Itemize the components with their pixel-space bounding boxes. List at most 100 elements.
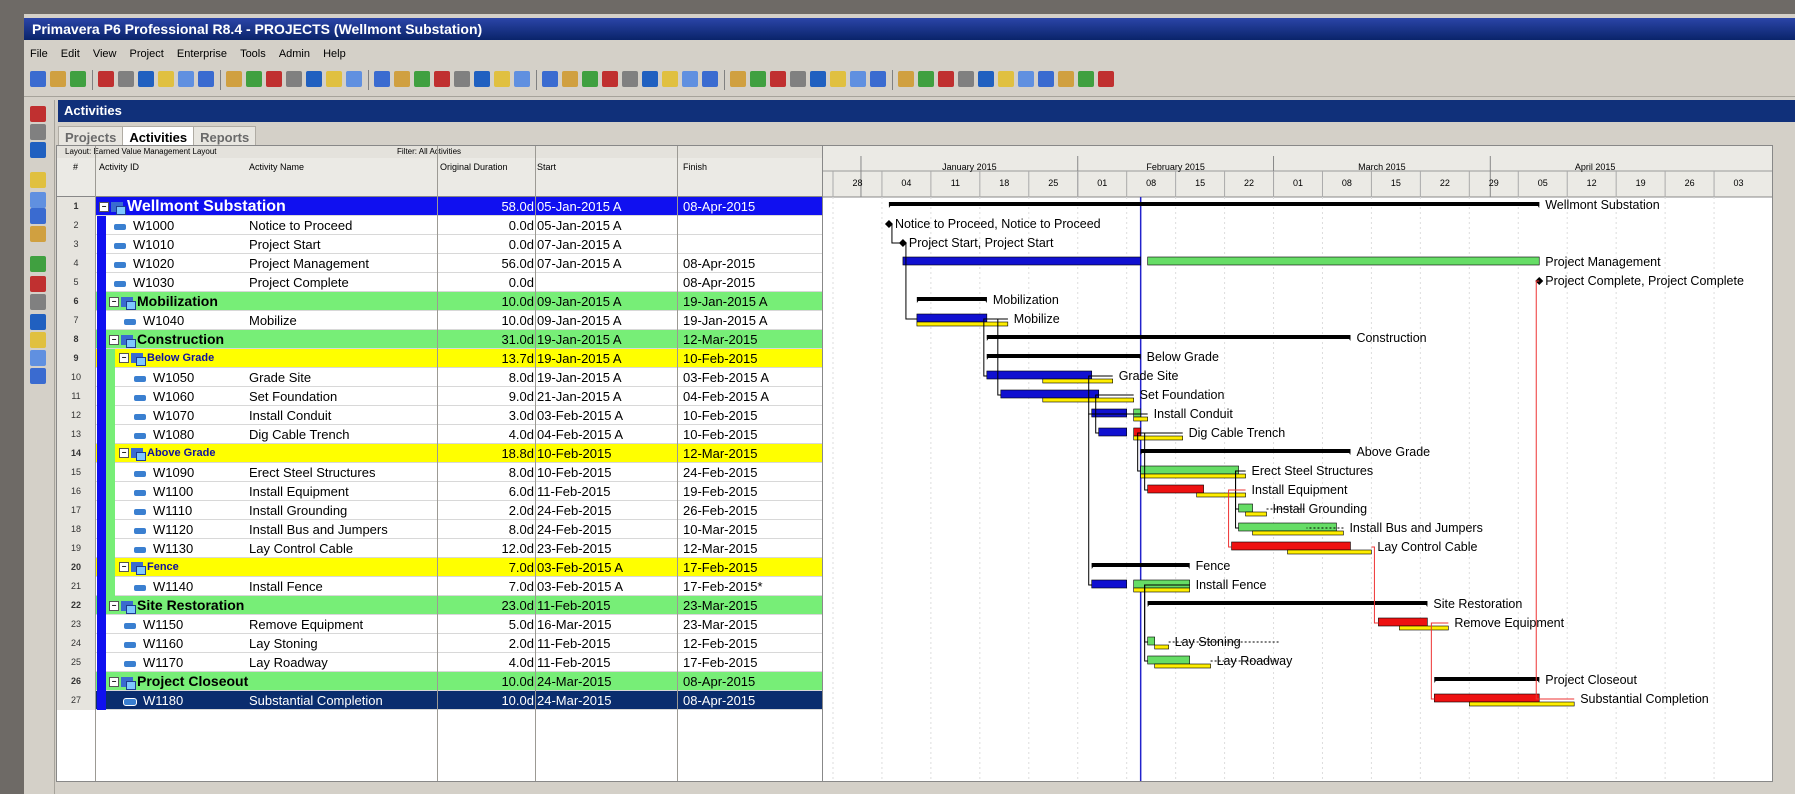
menu-file[interactable]: File [30,48,48,60]
nav-button-icon[interactable] [30,350,46,366]
toolbar-button-icon[interactable] [790,71,806,87]
activity-name[interactable]: Install Fence [249,577,323,596]
toolbar-button-icon[interactable] [662,71,678,87]
toolbar-button-icon[interactable] [198,71,214,87]
activity-name[interactable]: Lay Roadway [249,653,328,672]
table-row[interactable]: 9 − Below Grade 13.7d 19-Jan-2015 A 10-Feb-20… [57,349,822,368]
activity-name[interactable]: Erect Steel Structures [249,463,375,482]
toolbar-button-icon[interactable] [138,71,154,87]
original-duration[interactable]: 5.0d [440,615,534,634]
toolbar-button-icon[interactable] [562,71,578,87]
finish-date[interactable]: 12-Mar-2015 [683,444,757,463]
toolbar-button-icon[interactable] [454,71,470,87]
activity-id-cell[interactable]: − Above Grade [97,444,457,463]
start-date[interactable]: 11-Feb-2015 [537,653,610,672]
finish-date[interactable]: 03-Feb-2015 A [683,368,769,387]
menu-enterprise[interactable]: Enterprise [177,48,227,60]
toolbar-button-icon[interactable] [266,71,282,87]
table-row[interactable]: 14 − Above Grade 18.8d 10-Feb-2015 12-Mar-201… [57,444,822,463]
toolbar-button-icon[interactable] [830,71,846,87]
start-date[interactable]: 03-Feb-2015 A [537,406,623,425]
activity-id-cell[interactable]: − Project Closeout [97,672,447,691]
table-row[interactable]: 16 W1100 Install Equipment 6.0d 11-Feb-2015 1… [57,482,822,501]
toolbar-button-icon[interactable] [70,71,86,87]
toolbar-button-icon[interactable] [514,71,530,87]
original-duration[interactable]: 10.0d [440,292,534,311]
toolbar-button-icon[interactable] [98,71,114,87]
start-date[interactable]: 05-Jan-2015 A [537,216,622,235]
nav-button-icon[interactable] [30,192,46,208]
activity-name[interactable]: Project Start [249,235,321,254]
nav-button-icon[interactable] [30,226,46,242]
nav-button-icon[interactable] [30,208,46,224]
activity-name[interactable]: Dig Cable Trench [249,425,349,444]
toolbar-button-icon[interactable] [730,71,746,87]
original-duration[interactable]: 8.0d [440,368,534,387]
toolbar-button-icon[interactable] [434,71,450,87]
toolbar-button-icon[interactable] [394,71,410,87]
toolbar-button-icon[interactable] [958,71,974,87]
toolbar-button-icon[interactable] [938,71,954,87]
original-duration[interactable]: 6.0d [440,482,534,501]
activity-name[interactable]: Project Complete [249,273,349,292]
toolbar-button-icon[interactable] [682,71,698,87]
toolbar-button-icon[interactable] [602,71,618,87]
finish-date[interactable]: 12-Mar-2015 [683,330,757,349]
menu-view[interactable]: View [93,48,117,60]
toolbar-button-icon[interactable] [326,71,342,87]
finish-date[interactable]: 10-Feb-2015 [683,349,757,368]
filter-label[interactable]: Filter: All Activities [397,146,461,158]
finish-date[interactable]: 08-Apr-2015 [683,691,755,710]
original-duration[interactable]: 10.0d [440,691,534,710]
original-duration[interactable]: 0.0d [440,216,534,235]
table-row[interactable]: 4 W1020 Project Management 56.0d 07-Jan-2015… [57,254,822,273]
menu-help[interactable]: Help [323,48,346,60]
finish-date[interactable]: 23-Mar-2015 [683,596,757,615]
table-row[interactable]: 21 W1140 Install Fence 7.0d 03-Feb-2015 A 17-… [57,577,822,596]
finish-date[interactable]: 08-Apr-2015 [683,197,755,216]
finish-date[interactable]: 17-Feb-2015 [683,558,757,577]
table-row[interactable]: 24 W1160 Lay Stoning 2.0d 11-Feb-2015 12-Feb-… [57,634,822,653]
original-duration[interactable]: 9.0d [440,387,534,406]
activity-name[interactable]: Mobilize [249,311,297,330]
finish-date[interactable]: 17-Feb-2015* [683,577,763,596]
toolbar-button-icon[interactable] [898,71,914,87]
col-header-num[interactable]: # [73,162,78,172]
layout-label[interactable]: Layout: Earned Value Management Layout [65,146,217,158]
finish-date[interactable]: 24-Feb-2015 [683,463,757,482]
table-row[interactable]: 23 W1150 Remove Equipment 5.0d 16-Mar-2015 23… [57,615,822,634]
start-date[interactable]: 19-Jan-2015 A [537,368,622,387]
table-row[interactable]: 15 W1090 Erect Steel Structures 8.0d 10-Feb-… [57,463,822,482]
table-row[interactable]: 25 W1170 Lay Roadway 4.0d 11-Feb-2015 17-Feb-… [57,653,822,672]
activity-id-cell[interactable]: − Construction [97,330,447,349]
table-row[interactable]: 5 W1030 Project Complete 0.0d 08-Apr-2015 [57,273,822,292]
table-row[interactable]: 26 − Project Closeout 10.0d 24-Mar-2015 08-Ap… [57,672,822,691]
start-date[interactable]: 10-Feb-2015 [537,463,611,482]
toolbar-button-icon[interactable] [178,71,194,87]
original-duration[interactable]: 2.0d [440,501,534,520]
original-duration[interactable]: 4.0d [440,425,534,444]
nav-button-icon[interactable] [30,276,46,292]
collapse-toggle[interactable]: − [109,297,119,308]
nav-button-icon[interactable] [30,172,46,188]
toolbar-button-icon[interactable] [582,71,598,87]
table-row[interactable]: 11 W1060 Set Foundation 9.0d 21-Jan-2015 A 04… [57,387,822,406]
toolbar-button-icon[interactable] [850,71,866,87]
table-row[interactable]: 1− Wellmont Substation 58.0d 05-Jan-2015 A 0… [57,197,822,216]
start-date[interactable]: 03-Feb-2015 A [537,577,623,596]
table-row[interactable]: 18 W1120 Install Bus and Jumpers 8.0d 24-Feb… [57,520,822,539]
finish-date[interactable]: 08-Apr-2015 [683,672,755,691]
table-row[interactable]: 3 W1010 Project Start 0.0d 07-Jan-2015 A [57,235,822,254]
table-row[interactable]: 13 W1080 Dig Cable Trench 4.0d 04-Feb-2015 A… [57,425,822,444]
nav-button-icon[interactable] [30,256,46,272]
start-date[interactable]: 24-Feb-2015 [537,501,611,520]
collapse-toggle[interactable]: − [119,562,129,573]
activity-id-cell[interactable]: − Wellmont Substation [97,197,437,216]
nav-button-icon[interactable] [30,368,46,384]
toolbar-button-icon[interactable] [1098,71,1114,87]
finish-date[interactable]: 26-Feb-2015 [683,501,757,520]
original-duration[interactable]: 13.7d [440,349,534,368]
menu-admin[interactable]: Admin [279,48,310,60]
start-date[interactable]: 05-Jan-2015 A [537,197,622,216]
col-header-activity-id[interactable]: Activity ID [99,162,139,172]
